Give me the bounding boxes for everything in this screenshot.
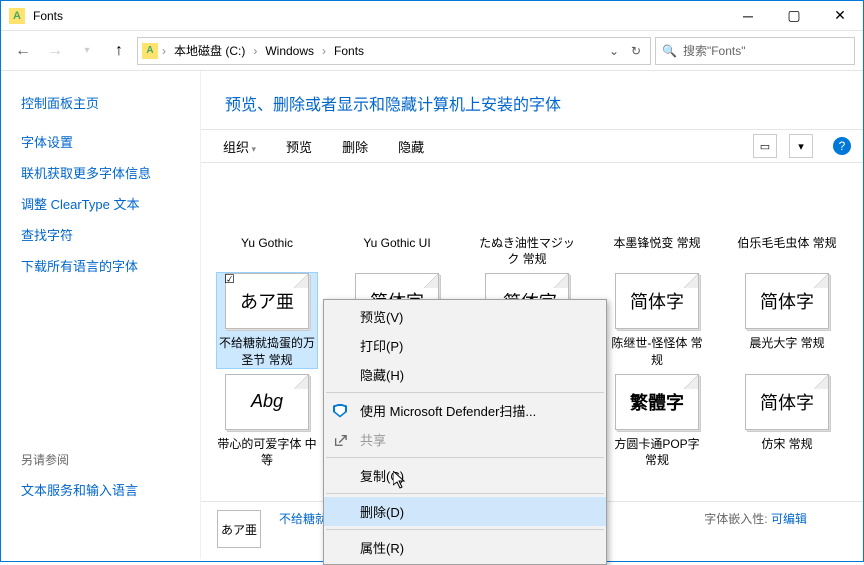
sidebar: 控制面板主页 字体设置 联机获取更多字体信息 调整 ClearType 文本 查… bbox=[1, 71, 201, 559]
navbar: ← → ▾ ↑ A › 本地磁盘 (C:) › Windows › Fonts … bbox=[1, 31, 863, 71]
back-button[interactable]: ← bbox=[9, 37, 37, 65]
ctx-defender[interactable]: 使用 Microsoft Defender扫描... bbox=[324, 396, 606, 425]
minimize-button[interactable]: ─ bbox=[725, 1, 771, 31]
view-mode-button[interactable]: ▾ bbox=[789, 134, 813, 158]
close-button[interactable]: ✕ bbox=[817, 1, 863, 31]
up-button[interactable]: ↑ bbox=[105, 37, 133, 65]
sidebar-cleartype[interactable]: 调整 ClearType 文本 bbox=[21, 188, 180, 219]
font-item[interactable]: 本墨锋悦变 常规 bbox=[607, 173, 707, 267]
ctx-preview[interactable]: 预览(V) bbox=[324, 302, 606, 331]
search-icon: 🔍 bbox=[662, 44, 677, 58]
view-pane-button[interactable]: ▭ bbox=[753, 134, 777, 158]
titlebar: A Fonts ─ ▢ ✕ bbox=[1, 1, 863, 31]
breadcrumb-fonts[interactable]: Fonts bbox=[330, 42, 368, 60]
font-item[interactable]: 伯乐毛毛虫体 常规 bbox=[737, 173, 837, 267]
chevron-right-icon[interactable]: › bbox=[160, 44, 168, 58]
sidebar-online-fonts[interactable]: 联机获取更多字体信息 bbox=[21, 157, 180, 188]
chevron-right-icon[interactable]: › bbox=[251, 44, 259, 58]
status-thumb: あア亜 bbox=[217, 510, 261, 548]
share-icon bbox=[332, 432, 348, 448]
ctx-delete[interactable]: 删除(D) bbox=[324, 497, 606, 526]
sidebar-find-char[interactable]: 查找字符 bbox=[21, 219, 180, 250]
ctx-hide[interactable]: 隐藏(H) bbox=[324, 360, 606, 389]
breadcrumb-drive[interactable]: 本地磁盘 (C:) bbox=[170, 40, 249, 61]
refresh-button[interactable]: ↻ bbox=[626, 44, 646, 58]
toolbar: 组织 预览 删除 隐藏 ▭ ▾ ? bbox=[201, 129, 863, 163]
ctx-print[interactable]: 打印(P) bbox=[324, 331, 606, 360]
address-bar[interactable]: A › 本地磁盘 (C:) › Windows › Fonts ⌄ ↻ bbox=[137, 37, 651, 65]
shield-icon bbox=[332, 403, 348, 419]
font-item[interactable]: 简体字陈继世-怪怪体 常规 bbox=[607, 273, 707, 367]
hide-button[interactable]: 隐藏 bbox=[388, 133, 434, 160]
sidebar-font-settings[interactable]: 字体设置 bbox=[21, 126, 180, 157]
ctx-properties[interactable]: 属性(R) bbox=[324, 533, 606, 562]
chevron-right-icon[interactable]: › bbox=[320, 44, 328, 58]
sidebar-seealso-label: 另请参阅 bbox=[21, 451, 180, 468]
ctx-share[interactable]: 共享 bbox=[324, 425, 606, 454]
preview-button[interactable]: 预览 bbox=[276, 133, 322, 160]
context-menu: 预览(V) 打印(P) 隐藏(H) 使用 Microsoft Defender扫… bbox=[323, 299, 607, 565]
search-input[interactable]: 🔍 搜索"Fonts" bbox=[655, 37, 855, 65]
ctx-copy[interactable]: 复制(C) bbox=[324, 461, 606, 490]
font-item[interactable]: 简体字晨光大字 常规 bbox=[737, 273, 837, 367]
delete-button[interactable]: 删除 bbox=[332, 133, 378, 160]
maximize-button[interactable]: ▢ bbox=[771, 1, 817, 31]
forward-button[interactable]: → bbox=[41, 37, 69, 65]
window-title: Fonts bbox=[33, 9, 63, 23]
address-dropdown[interactable]: ⌄ bbox=[604, 44, 624, 58]
font-item[interactable]: Yu Gothic UI bbox=[347, 173, 447, 267]
checkbox-icon[interactable]: ☑ bbox=[224, 272, 235, 286]
font-item[interactable]: Abg带心的可爱字体 中等 bbox=[217, 374, 317, 468]
font-item[interactable]: 繁體字方圆卡通POP字 常规 bbox=[607, 374, 707, 468]
sidebar-download-all[interactable]: 下载所有语言的字体 bbox=[21, 250, 180, 281]
fonts-folder-icon: A bbox=[142, 43, 158, 59]
sidebar-home[interactable]: 控制面板主页 bbox=[21, 87, 180, 118]
font-item[interactable]: 简体字仿宋 常规 bbox=[737, 374, 837, 468]
search-placeholder: 搜索"Fonts" bbox=[683, 42, 746, 59]
fonts-folder-icon: A bbox=[9, 8, 25, 24]
recent-dropdown[interactable]: ▾ bbox=[73, 37, 101, 65]
page-title: 预览、删除或者显示和隐藏计算机上安装的字体 bbox=[201, 71, 863, 129]
help-button[interactable]: ? bbox=[833, 137, 851, 155]
font-item[interactable]: Yu Gothic bbox=[217, 173, 317, 267]
font-item-selected[interactable]: ☑あア亜 不给糖就捣蛋的万圣节 常规 bbox=[217, 273, 317, 367]
organize-button[interactable]: 组织 bbox=[213, 133, 266, 160]
font-item[interactable]: たぬき油性マジック 常规 bbox=[477, 173, 577, 267]
sidebar-text-services[interactable]: 文本服务和输入语言 bbox=[21, 474, 180, 505]
breadcrumb-windows[interactable]: Windows bbox=[261, 42, 318, 60]
